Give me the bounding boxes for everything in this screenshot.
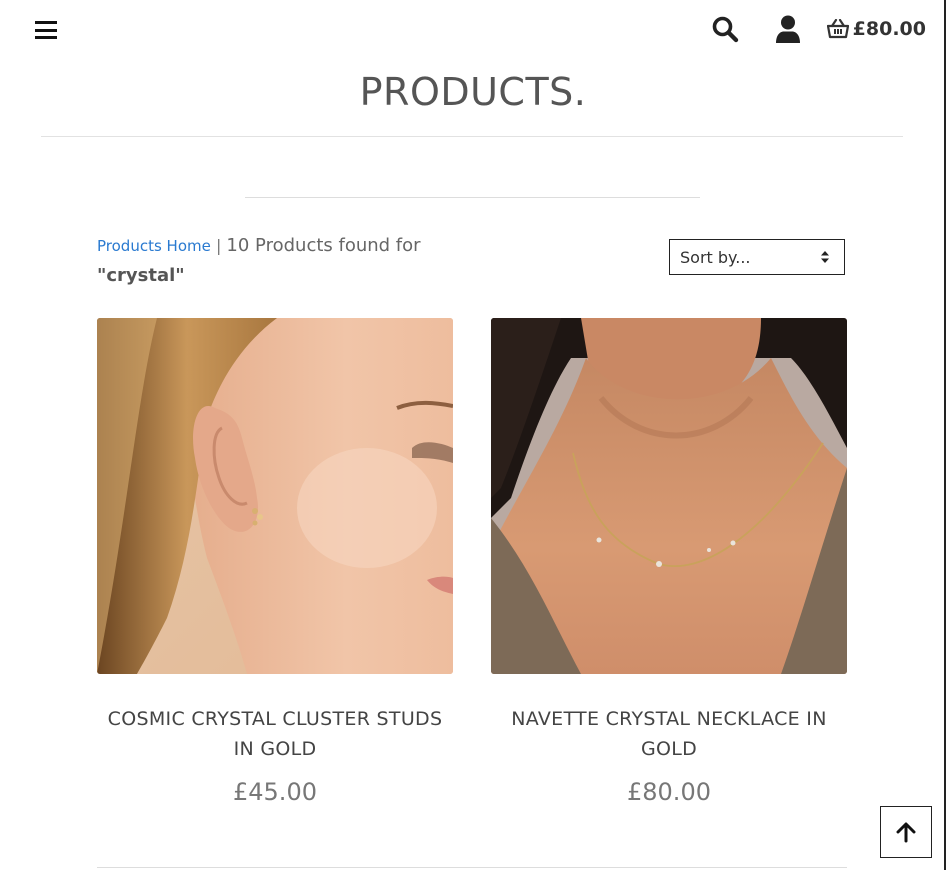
- back-to-top-button[interactable]: [880, 806, 932, 858]
- search-button[interactable]: [710, 14, 740, 44]
- sort-select[interactable]: Sort by...: [669, 239, 845, 275]
- account-button[interactable]: [773, 14, 803, 44]
- results-summary: Products Home | 10 Products found for "c…: [97, 231, 497, 291]
- results-count: 10 Products found for: [226, 235, 421, 256]
- basket-total: £80.00: [852, 18, 926, 40]
- sort-select-value: Sort by...: [680, 247, 751, 267]
- product-price: £45.00: [233, 778, 317, 806]
- product-name[interactable]: COSMIC CRYSTAL CLUSTER STUDS IN GOLD: [97, 704, 453, 764]
- product-image[interactable]: [491, 318, 847, 674]
- product-price: £80.00: [627, 778, 711, 806]
- search-icon: [712, 16, 738, 43]
- arrow-up-icon: [896, 822, 916, 843]
- search-query: "crystal": [97, 265, 185, 286]
- basket-icon: [826, 19, 849, 39]
- user-icon: [775, 15, 800, 43]
- hamburger-menu-icon[interactable]: [35, 21, 57, 39]
- product-card: COSMIC CRYSTAL CLUSTER STUDS IN GOLD £45…: [97, 318, 453, 806]
- divider: [245, 197, 700, 198]
- sort-arrows-icon: [820, 250, 830, 264]
- product-name[interactable]: NAVETTE CRYSTAL NECKLACE IN GOLD: [491, 704, 847, 764]
- divider: [41, 136, 903, 137]
- page-title: PRODUCTS.: [359, 70, 587, 114]
- divider: [97, 867, 847, 868]
- product-card: NAVETTE CRYSTAL NECKLACE IN GOLD £80.00: [491, 318, 847, 806]
- separator: |: [215, 236, 222, 255]
- header-icons: £80.00: [710, 12, 926, 46]
- page: £80.00 PRODUCTS. Products Home | 10 Prod…: [0, 0, 946, 870]
- products-home-link[interactable]: Products Home: [97, 237, 211, 255]
- basket-button[interactable]: £80.00: [826, 18, 926, 40]
- product-image[interactable]: [97, 318, 453, 674]
